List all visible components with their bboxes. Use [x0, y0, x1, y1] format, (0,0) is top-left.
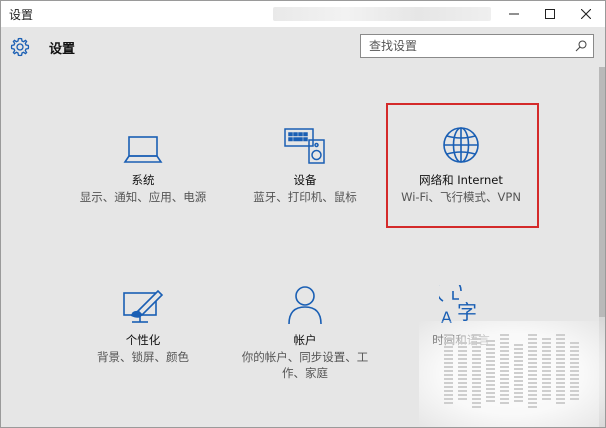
maximize-icon	[545, 9, 555, 19]
maximize-button[interactable]	[533, 1, 567, 27]
tile-personalization[interactable]: 个性化 背景、锁屏、颜色	[73, 281, 213, 365]
tile-description: 背景、锁屏、颜色	[97, 350, 189, 364]
paint-brush-icon	[123, 289, 164, 323]
minimize-button[interactable]	[497, 1, 531, 27]
tile-description: 蓝牙、打印机、鼠标	[253, 190, 357, 204]
search-box[interactable]	[360, 34, 594, 58]
person-icon	[288, 286, 322, 325]
laptop-icon	[123, 136, 163, 163]
tile-name: 系统	[131, 173, 155, 187]
tile-description: 你的帐户、同步设置、工作、家庭	[241, 350, 369, 380]
keyboard-speaker-icon	[284, 128, 325, 164]
watermark-glyphs	[431, 334, 591, 410]
tile-accounts[interactable]: 帐户 你的帐户、同步设置、工作、家庭	[235, 281, 375, 381]
tile-name: 设备	[293, 173, 317, 187]
close-icon	[581, 9, 591, 19]
time-language-icon: A 字	[439, 285, 477, 325]
search-icon[interactable]	[575, 40, 587, 52]
minimize-icon	[509, 13, 519, 15]
page-title: 设置	[49, 42, 76, 57]
tile-devices[interactable]: 设备 蓝牙、打印机、鼠标	[235, 121, 375, 205]
close-button[interactable]	[569, 1, 603, 27]
highlight-box	[386, 103, 539, 228]
scrollbar-thumb[interactable]	[599, 67, 605, 317]
blurred-title-area	[273, 7, 491, 21]
tile-system[interactable]: 系统 显示、通知、应用、电源	[73, 121, 213, 205]
window-title: 设置	[9, 8, 34, 22]
settings-window: 设置 设置 查找设置 系统 显示、通知、应用、电源 设备 蓝牙、打印机、鼠标 网…	[0, 0, 606, 428]
tile-name: 个性化	[125, 333, 161, 347]
title-bar[interactable]: 设置	[1, 1, 605, 27]
tile-name: 帐户	[293, 333, 317, 347]
gear-icon	[10, 37, 30, 57]
tile-description: 显示、通知、应用、电源	[79, 190, 207, 204]
settings-header: 设置	[1, 27, 605, 67]
search-input[interactable]	[361, 35, 571, 57]
